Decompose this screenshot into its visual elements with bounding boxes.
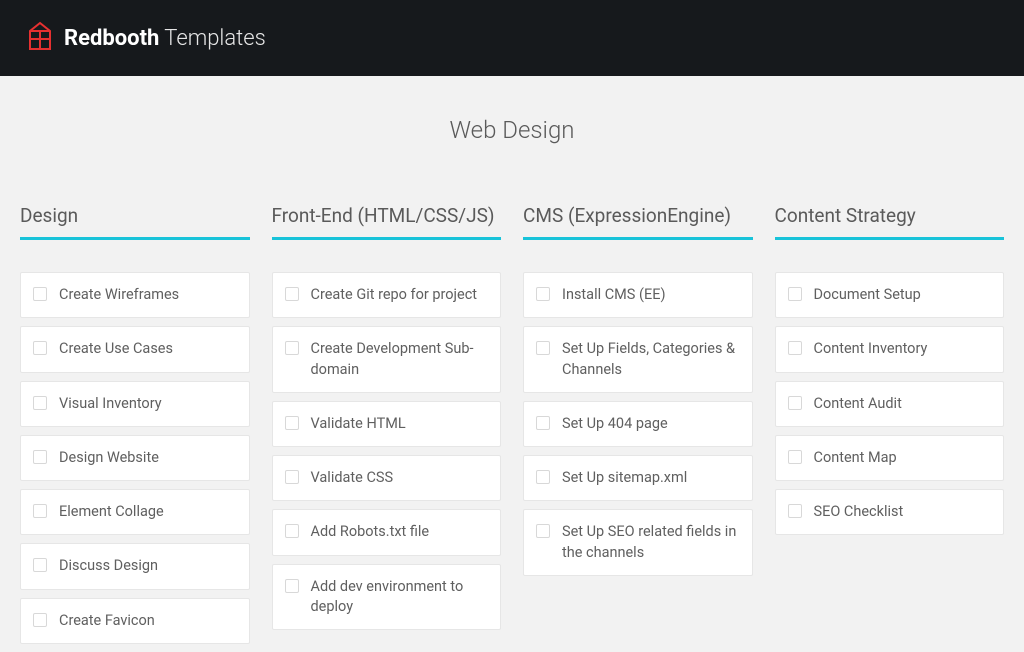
task-card[interactable]: Set Up 404 page bbox=[523, 401, 753, 447]
checkbox-icon[interactable] bbox=[33, 504, 47, 518]
redbooth-logo-icon bbox=[26, 21, 54, 55]
task-label: Set Up Fields, Categories & Channels bbox=[562, 339, 740, 380]
task-label: Create Use Cases bbox=[59, 339, 173, 359]
column-frontend: Front-End (HTML/CSS/JS) Create Git repo … bbox=[272, 204, 502, 652]
task-card[interactable]: Validate HTML bbox=[272, 401, 502, 447]
checkbox-icon[interactable] bbox=[285, 524, 299, 538]
task-label: Create Development Sub-domain bbox=[311, 339, 489, 380]
task-card[interactable]: SEO Checklist bbox=[775, 489, 1005, 535]
checkbox-icon[interactable] bbox=[536, 524, 550, 538]
checkbox-icon[interactable] bbox=[33, 558, 47, 572]
task-card[interactable]: Element Collage bbox=[20, 489, 250, 535]
checkbox-icon[interactable] bbox=[536, 341, 550, 355]
checkbox-icon[interactable] bbox=[33, 450, 47, 464]
task-label: Content Map bbox=[814, 448, 897, 468]
checkbox-icon[interactable] bbox=[285, 416, 299, 430]
page-title: Web Design bbox=[0, 116, 1024, 144]
task-card[interactable]: Set Up SEO related fields in the channel… bbox=[523, 509, 753, 576]
checkbox-icon[interactable] bbox=[536, 287, 550, 301]
task-label: Visual Inventory bbox=[59, 394, 162, 414]
task-card[interactable]: Content Map bbox=[775, 435, 1005, 481]
task-card[interactable]: Design Website bbox=[20, 435, 250, 481]
task-label: Element Collage bbox=[59, 502, 164, 522]
task-label: Validate HTML bbox=[311, 414, 406, 434]
column-design: Design Create Wireframes Create Use Case… bbox=[20, 204, 250, 652]
checkbox-icon[interactable] bbox=[285, 341, 299, 355]
task-label: Install CMS (EE) bbox=[562, 285, 666, 305]
checkbox-icon[interactable] bbox=[33, 287, 47, 301]
checkbox-icon[interactable] bbox=[788, 287, 802, 301]
task-label: Design Website bbox=[59, 448, 159, 468]
column-content-strategy: Content Strategy Document Setup Content … bbox=[775, 204, 1005, 652]
task-label: Set Up SEO related fields in the channel… bbox=[562, 522, 740, 563]
task-label: Create Wireframes bbox=[59, 285, 179, 305]
column-header: Content Strategy bbox=[775, 204, 1005, 240]
task-card[interactable]: Set Up sitemap.xml bbox=[523, 455, 753, 501]
task-card[interactable]: Create Development Sub-domain bbox=[272, 326, 502, 393]
board: Design Create Wireframes Create Use Case… bbox=[0, 204, 1024, 652]
task-card[interactable]: Add Robots.txt file bbox=[272, 509, 502, 555]
task-card[interactable]: Install CMS (EE) bbox=[523, 272, 753, 318]
brand-bold: Redbooth bbox=[64, 26, 159, 51]
checkbox-icon[interactable] bbox=[536, 470, 550, 484]
task-label: Set Up sitemap.xml bbox=[562, 468, 687, 488]
task-card[interactable]: Set Up Fields, Categories & Channels bbox=[523, 326, 753, 393]
column-header: CMS (ExpressionEngine) bbox=[523, 204, 753, 240]
task-label: Content Inventory bbox=[814, 339, 928, 359]
column-cms: CMS (ExpressionEngine) Install CMS (EE) … bbox=[523, 204, 753, 652]
task-card[interactable]: Create Use Cases bbox=[20, 326, 250, 372]
checkbox-icon[interactable] bbox=[33, 341, 47, 355]
task-label: Document Setup bbox=[814, 285, 921, 305]
task-label: SEO Checklist bbox=[814, 502, 904, 522]
checkbox-icon[interactable] bbox=[33, 613, 47, 627]
task-card[interactable]: Create Wireframes bbox=[20, 272, 250, 318]
task-card[interactable]: Create Favicon bbox=[20, 598, 250, 644]
task-label: Content Audit bbox=[814, 394, 902, 414]
checkbox-icon[interactable] bbox=[536, 416, 550, 430]
brand-text: Redbooth Templates bbox=[64, 26, 266, 51]
task-label: Add dev environment to deploy bbox=[311, 577, 489, 618]
task-card[interactable]: Discuss Design bbox=[20, 543, 250, 589]
checkbox-icon[interactable] bbox=[285, 287, 299, 301]
task-card[interactable]: Create Git repo for project bbox=[272, 272, 502, 318]
task-label: Create Favicon bbox=[59, 611, 155, 631]
checkbox-icon[interactable] bbox=[285, 470, 299, 484]
task-label: Discuss Design bbox=[59, 556, 158, 576]
task-label: Set Up 404 page bbox=[562, 414, 668, 434]
task-card[interactable]: Document Setup bbox=[775, 272, 1005, 318]
task-card[interactable]: Validate CSS bbox=[272, 455, 502, 501]
checkbox-icon[interactable] bbox=[788, 504, 802, 518]
checkbox-icon[interactable] bbox=[33, 396, 47, 410]
task-card[interactable]: Content Inventory bbox=[775, 326, 1005, 372]
checkbox-icon[interactable] bbox=[788, 450, 802, 464]
checkbox-icon[interactable] bbox=[788, 341, 802, 355]
task-label: Validate CSS bbox=[311, 468, 394, 488]
task-label: Add Robots.txt file bbox=[311, 522, 430, 542]
checkbox-icon[interactable] bbox=[285, 579, 299, 593]
task-label: Create Git repo for project bbox=[311, 285, 478, 305]
column-header: Design bbox=[20, 204, 250, 240]
column-header: Front-End (HTML/CSS/JS) bbox=[272, 204, 502, 240]
checkbox-icon[interactable] bbox=[788, 396, 802, 410]
app-header: Redbooth Templates bbox=[0, 0, 1024, 76]
task-card[interactable]: Content Audit bbox=[775, 381, 1005, 427]
task-card[interactable]: Add dev environment to deploy bbox=[272, 564, 502, 631]
brand-light: Templates bbox=[159, 26, 265, 51]
task-card[interactable]: Visual Inventory bbox=[20, 381, 250, 427]
